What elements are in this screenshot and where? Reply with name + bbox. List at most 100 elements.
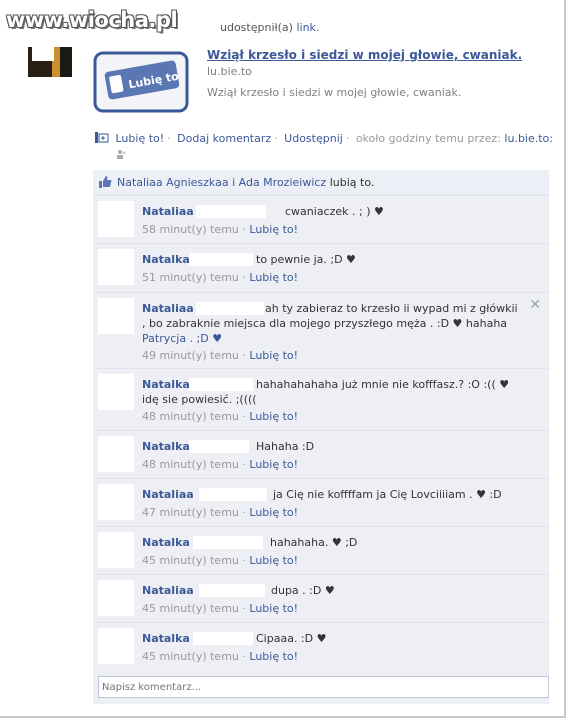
comment-like-link[interactable]: Lubię to! [249, 650, 298, 663]
likes-bar: Nataliaa Agnieszkaa i Ada Mrozieiwicz lu… [93, 170, 549, 195]
comment-like-link[interactable]: Lubię to! [249, 554, 298, 567]
commenter-avatar[interactable] [98, 298, 134, 334]
comment-author[interactable]: Nataliaa [142, 302, 194, 315]
commenter-avatar[interactable] [98, 628, 134, 664]
commenter-avatar[interactable] [98, 484, 134, 520]
comment-time: 45 minut(y) temu [142, 554, 239, 567]
comment-text: dupa . :D ♥ [271, 584, 335, 597]
commenter-avatar[interactable] [98, 249, 134, 285]
people-icon [117, 150, 126, 159]
comment-meta: 45 minut(y) temu · Lubię to! [142, 650, 299, 663]
shared-link[interactable]: link. [296, 21, 319, 34]
comment-meta: 48 minut(y) temu · Lubię to! [142, 410, 299, 423]
comment-like-link[interactable]: Lubię to! [249, 458, 298, 471]
comment-author[interactable]: Nataliaa [142, 488, 194, 501]
comment-author[interactable]: Natalka [142, 632, 190, 645]
comment-item: Nataliaa ah ty zabieraz to krzesło ii wy… [93, 292, 549, 368]
write-comment-box [93, 672, 549, 704]
redaction [196, 302, 264, 315]
app-icon [95, 132, 109, 143]
comment-meta: 48 minut(y) temu · Lubię to! [142, 458, 299, 471]
author-avatar[interactable] [22, 47, 72, 77]
comment-item: Natalka Hahaha :D 48 minut(y) temu · Lub… [93, 430, 549, 478]
commenter-avatar[interactable] [98, 580, 134, 616]
comment-time: 45 minut(y) temu [142, 650, 239, 663]
comment-text-line2: , bo zabraknie miejsca dla mojego przysz… [142, 317, 508, 330]
comment-item: Nataliaa cwaniaczek . ; ) ♥ 58 minut(y) … [93, 195, 549, 243]
comment-item: Natalka Cipaaa. :D ♥ 45 minut(y) temu · … [93, 622, 549, 672]
comment-time: 45 minut(y) temu [142, 602, 239, 615]
link-description: Wziął krzesło i siedzi w mojej głowie, c… [207, 86, 462, 99]
comment-time: 58 minut(y) temu [142, 223, 239, 236]
comment-text: ah ty zabieraz to krzesło ii wypad mi z … [265, 302, 518, 315]
comment-text: to pewnie ja. ;D ♥ [256, 253, 356, 266]
commenter-avatar[interactable] [98, 201, 134, 237]
watermark-logo: www.wiocha.pl [6, 8, 178, 32]
likes-suffix: lubią to. [329, 175, 375, 189]
remove-comment-icon[interactable]: ✕ [529, 297, 541, 313]
share-link[interactable]: Udostępnij [284, 132, 343, 145]
redaction [193, 536, 263, 549]
via-app-link[interactable]: lu.bie.to: [504, 132, 553, 145]
commenter-avatar[interactable] [98, 374, 134, 410]
comment-item: Natalka hahahaha. ♥ ;D 45 minut(y) temu … [93, 526, 549, 574]
comment-like-link[interactable]: Lubię to! [249, 410, 298, 423]
post-time: około godziny temu przez: [355, 132, 501, 145]
comment-like-link[interactable]: Lubię to! [249, 506, 298, 519]
add-comment-link[interactable]: Dodaj komentarz [177, 132, 271, 145]
comment-author[interactable]: Nataliaa [142, 584, 194, 597]
redaction [189, 378, 253, 391]
comment-time: 47 minut(y) temu [142, 506, 239, 519]
comment-text: Hahaha :D [256, 440, 315, 453]
redaction [199, 584, 265, 597]
comment-author[interactable]: Nataliaa [142, 205, 194, 218]
comment-item: Nataliaa ja Cię nie koffffam ja Cię Lovc… [93, 478, 549, 526]
comment-item: Natalka to pewnie ja. ;D ♥ 51 minut(y) t… [93, 243, 549, 292]
comment-meta: 45 minut(y) temu · Lubię to! [142, 602, 299, 615]
comment-meta: 47 minut(y) temu · Lubię to! [142, 506, 299, 519]
comment-like-link[interactable]: Lubię to! [249, 602, 298, 615]
comment-time: 48 minut(y) temu [142, 410, 239, 423]
like-post-link[interactable]: Lubię to! [116, 132, 165, 145]
shared-text: udostępnił(a) [220, 21, 293, 34]
comment-text: hahahahahaha już mnie nie kofffasz.? :O … [256, 378, 510, 391]
link-domain: lu.bie.to [207, 65, 252, 78]
comment-item: Natalka hahahahahaha już mnie nie kofffa… [93, 368, 549, 430]
comment-like-link[interactable]: Lubię to! [249, 349, 298, 362]
redaction [196, 205, 266, 218]
comment-meta: 45 minut(y) temu · Lubię to! [142, 554, 299, 567]
comment-text-line3: Patrycja . ;D ♥ [142, 332, 223, 345]
comment-meta: 49 minut(y) temu · Lubię to! [142, 349, 299, 362]
comment-text: hahahaha. ♥ ;D [270, 536, 358, 549]
comment-time: 49 minut(y) temu [142, 349, 239, 362]
redaction [189, 253, 253, 266]
comment-meta: 58 minut(y) temu · Lubię to! [142, 223, 299, 236]
redaction [189, 440, 249, 453]
post-actions: Lubię to! · Dodaj komentarz · Udostępnij · … [95, 131, 553, 145]
comment-text: ja Cię nie koffffam ja Cię Lovciiiiam . … [273, 488, 502, 501]
comment-author[interactable]: Natalka [142, 440, 190, 453]
commenter-avatar[interactable] [98, 436, 134, 472]
comment-meta: 51 minut(y) temu · Lubię to! [142, 271, 299, 284]
comment-input[interactable] [98, 676, 549, 698]
link-thumbnail[interactable]: Lubię to [92, 50, 190, 116]
comment-text: Cipaaa. :D ♥ [256, 632, 327, 645]
comment-item: Nataliaa dupa . :D ♥ 45 minut(y) temu · … [93, 574, 549, 622]
comment-time: 48 minut(y) temu [142, 458, 239, 471]
comment-author[interactable]: Natalka [142, 253, 190, 266]
redaction [193, 632, 253, 645]
likers-names[interactable]: Nataliaa Agnieszkaa i Ada Mrozieiwicz [117, 176, 326, 189]
thumbs-up-icon [99, 176, 112, 188]
comment-like-link[interactable]: Lubię to! [249, 223, 298, 236]
comment-like-link[interactable]: Lubię to! [249, 271, 298, 284]
redaction [199, 488, 267, 501]
comment-time: 51 minut(y) temu [142, 271, 239, 284]
commenter-avatar[interactable] [98, 532, 134, 568]
shared-line: udostępnił(a) link. [220, 21, 319, 34]
comment-text: cwaniaczek . ; ) ♥ [285, 205, 384, 218]
comment-author[interactable]: Natalka [142, 536, 190, 549]
comment-author[interactable]: Natalka [142, 378, 190, 391]
link-title[interactable]: Wziął krzesło i siedzi w mojej głowie, c… [207, 48, 522, 62]
feedback-section: Nataliaa Agnieszkaa i Ada Mrozieiwicz lu… [93, 170, 549, 672]
comment-text-line2: idę sie powiesić. ;(((( [142, 393, 257, 406]
